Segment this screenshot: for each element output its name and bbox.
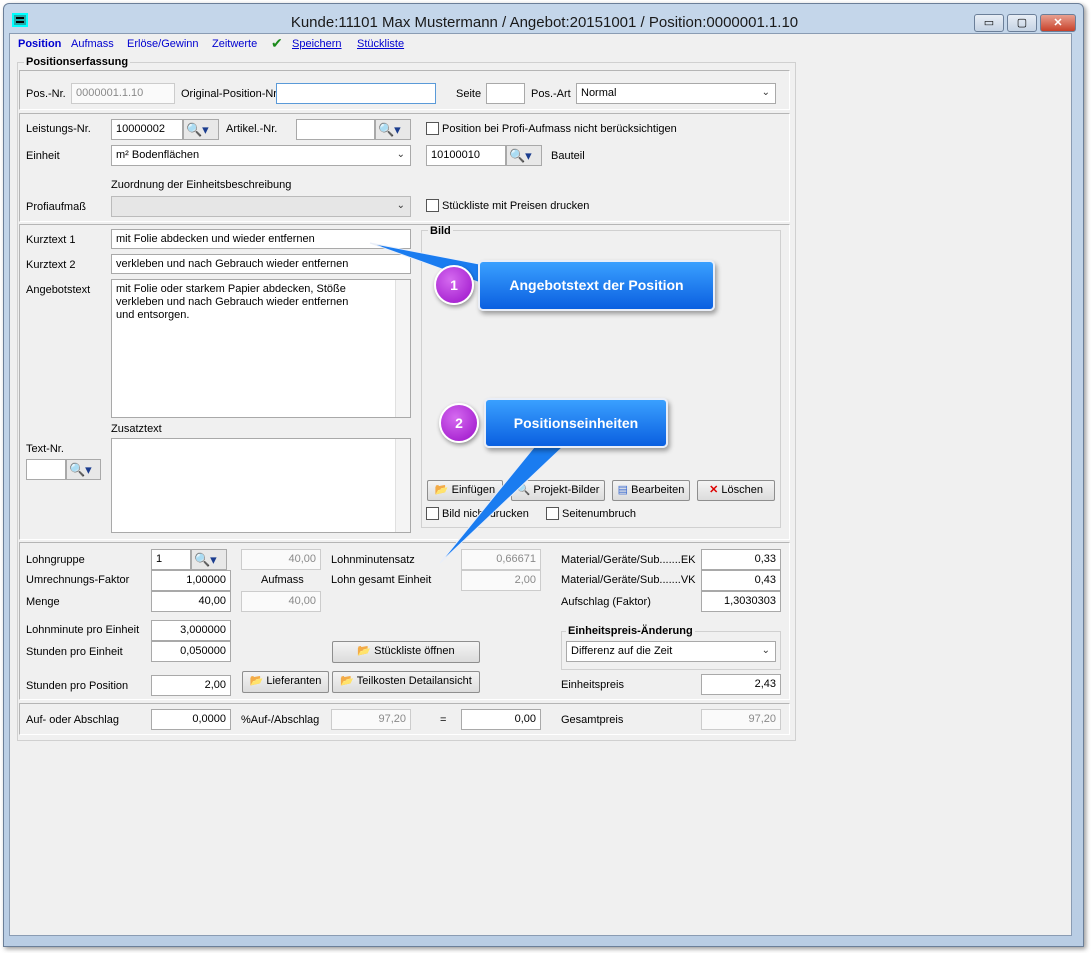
callout-1: Angebotstext der Position <box>478 260 715 311</box>
callout-2-pointer <box>439 439 572 564</box>
callout-2-badge: 2 <box>439 403 479 443</box>
callout-pointers <box>369 242 572 564</box>
callout-1-badge: 1 <box>434 265 474 305</box>
callout-2-text: Positionseinheiten <box>513 415 639 431</box>
callout-2: Positionseinheiten <box>484 398 668 448</box>
callout-1-text: Angebotstext der Position <box>509 277 684 293</box>
